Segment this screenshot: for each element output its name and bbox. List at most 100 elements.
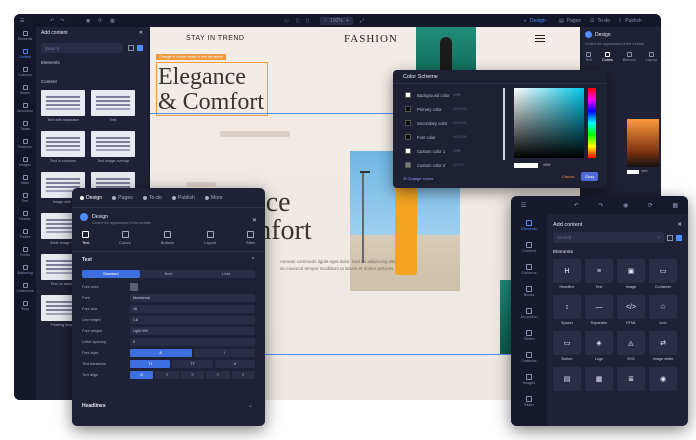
mobile-sidebar-item-tables[interactable]: Tables [511,324,547,346]
tab-more[interactable]: More [204,195,223,201]
segment-standard[interactable]: Standard [82,270,140,278]
template-card[interactable]: Text with separator [41,90,85,122]
tab-design[interactable]: Design [80,195,102,201]
text-align-option[interactable]: ⊘ [130,370,154,379]
close-icon[interactable]: ✕ [139,30,143,36]
chevron-down-icon[interactable]: ⌄ [248,402,253,409]
font-style-option[interactable]: A [130,348,192,357]
close-icon[interactable]: ✕ [252,217,257,224]
font-style-option[interactable]: I [193,348,255,357]
menu-icon[interactable]: ☰ [20,18,24,24]
element-item-12[interactable]: ▤ [553,367,581,393]
mobile-sidebar-item-features[interactable]: Features [511,346,547,368]
element-item-15[interactable]: ◉ [649,367,677,393]
text-transform-option[interactable]: TT [172,359,213,368]
okay-button[interactable]: Okay [581,172,599,181]
element-container[interactable]: ▭ Container [649,259,677,289]
list-view-icon[interactable] [667,234,673,241]
color-gradient-preview[interactable] [627,119,659,167]
element-headline[interactable]: H Headline [553,259,581,289]
sidebar-item-header[interactable]: Header [14,207,36,225]
tab-text[interactable]: Text [585,52,592,62]
hamburger-icon[interactable] [535,35,545,42]
change-colors-link[interactable]: ⟲ Change colors [403,176,433,181]
mobile-sidebar-item-content[interactable]: Content [511,236,547,258]
text-align-option[interactable]: ≡ [180,370,205,379]
tab-layout[interactable]: Layout [646,52,657,62]
tab-buttons[interactable]: Buttons [623,52,636,62]
tab-colors[interactable]: Colors [602,52,613,62]
undo-icon[interactable]: ↶ [574,202,579,209]
text-transform-option[interactable]: tt [214,359,255,368]
preview-icon[interactable]: ◉ [623,202,628,209]
sidebar-item-images[interactable]: Images [14,153,36,171]
mobile-sidebar-item-elements[interactable]: Elements [511,214,547,236]
text-align-option[interactable]: ≡ [155,370,179,379]
menu-icon[interactable]: ☰ [521,202,526,209]
tab-todo[interactable]: ☑ To-do [590,18,610,24]
color-swatch[interactable] [405,120,411,126]
prop-input-line-height[interactable]: 1.8 [130,315,255,324]
mobile-search-input[interactable]: Search ⌕ [553,232,664,243]
sidebar-item-marketing[interactable]: Marketing [14,261,36,279]
template-card[interactable]: Text in columns [41,131,85,163]
segment-bold[interactable]: Bold [140,270,198,278]
color-picker-area[interactable] [514,88,584,158]
sidebar-item-columns[interactable]: Columns [14,63,36,81]
redo-icon[interactable]: ↷ [598,202,603,209]
color-row-custom-color-2[interactable]: Custom color 2 #7f7f7f [393,158,607,172]
template-card[interactable]: Text [91,90,135,122]
mobile-sidebar-item-columns[interactable]: Columns [511,258,547,280]
color-swatch[interactable] [405,92,411,98]
element-logo[interactable]: ◈ Logo [585,331,613,361]
undo-icon[interactable]: ↶ [50,18,54,24]
grid-icon[interactable]: ▦ [110,18,115,24]
segment-links[interactable]: Links [197,270,255,278]
hue-slider[interactable] [588,88,596,158]
element-html[interactable]: </> HTML [617,295,645,325]
list-view-icon[interactable] [128,45,134,51]
element-image-slider[interactable]: ⇄ Image slider [649,331,677,361]
prop-input-font-weight[interactable]: Light 300 [130,326,255,335]
element-spacer[interactable]: ↕ Spacer [553,295,581,325]
sidebar-item-features[interactable]: Features [14,135,36,153]
sidebar-item-boxes[interactable]: Boxes [14,81,36,99]
section-headlines[interactable]: Headlines [82,403,106,409]
element-item-13[interactable]: ▦ [585,367,613,393]
redo-icon[interactable]: ↷ [60,18,64,24]
tablet-icon[interactable]: ▯ [296,18,299,24]
zoom-control[interactable]: − 100% + [320,16,353,25]
prop-input-font-size[interactable]: 16 [130,304,255,313]
text-align-option[interactable]: ≡ [206,370,230,379]
color-swatch[interactable] [405,106,411,112]
design-tab-text[interactable]: Text [82,231,89,245]
sidebar-item-elements[interactable]: Elements [14,27,36,45]
design-tab-colors[interactable]: Colors [119,231,131,245]
cancel-button[interactable]: Cancel [562,174,574,179]
color-swatch[interactable] [405,162,411,168]
design-tab-layout[interactable]: Layout [204,231,216,245]
template-card[interactable]: Text image overlap [91,131,135,163]
sidebar-item-text[interactable]: Text [14,189,36,207]
sidebar-item-tables[interactable]: Tables [14,117,36,135]
element-image[interactable]: ▣ Image [617,259,645,289]
prop-input-letter-spacing[interactable]: 0 [130,337,255,346]
mobile-sidebar-item-slider[interactable]: Slider [511,390,547,412]
prop-input-font[interactable]: Montserrat [130,293,255,302]
preview-icon[interactable]: ◉ [86,18,90,24]
element-text[interactable]: ≡ Text [585,259,613,289]
picker-hex[interactable]: #ffffff [543,163,550,167]
text-transform-option[interactable]: Tt [130,359,171,368]
sidebar-item-slider[interactable]: Slider [14,171,36,189]
mobile-sidebar-item-accordion[interactable]: Accordion [511,302,547,324]
mobile-sidebar-item-images[interactable]: Images [511,368,547,390]
element-svg[interactable]: ◬ SVG [617,331,645,361]
sidebar-item-collections[interactable]: Collections [14,279,36,297]
color-swatch[interactable] [405,134,411,140]
sidebar-item-accordion[interactable]: Accordion [14,99,36,117]
mobile-icon[interactable]: ▯ [306,18,309,24]
headline[interactable]: Elegance & Comfort [158,64,264,115]
tab-pages[interactable]: ▤ Pages [559,18,581,24]
tab-design[interactable]: ◐ Design [524,18,546,24]
tab-to-do[interactable]: To-do [142,195,162,201]
